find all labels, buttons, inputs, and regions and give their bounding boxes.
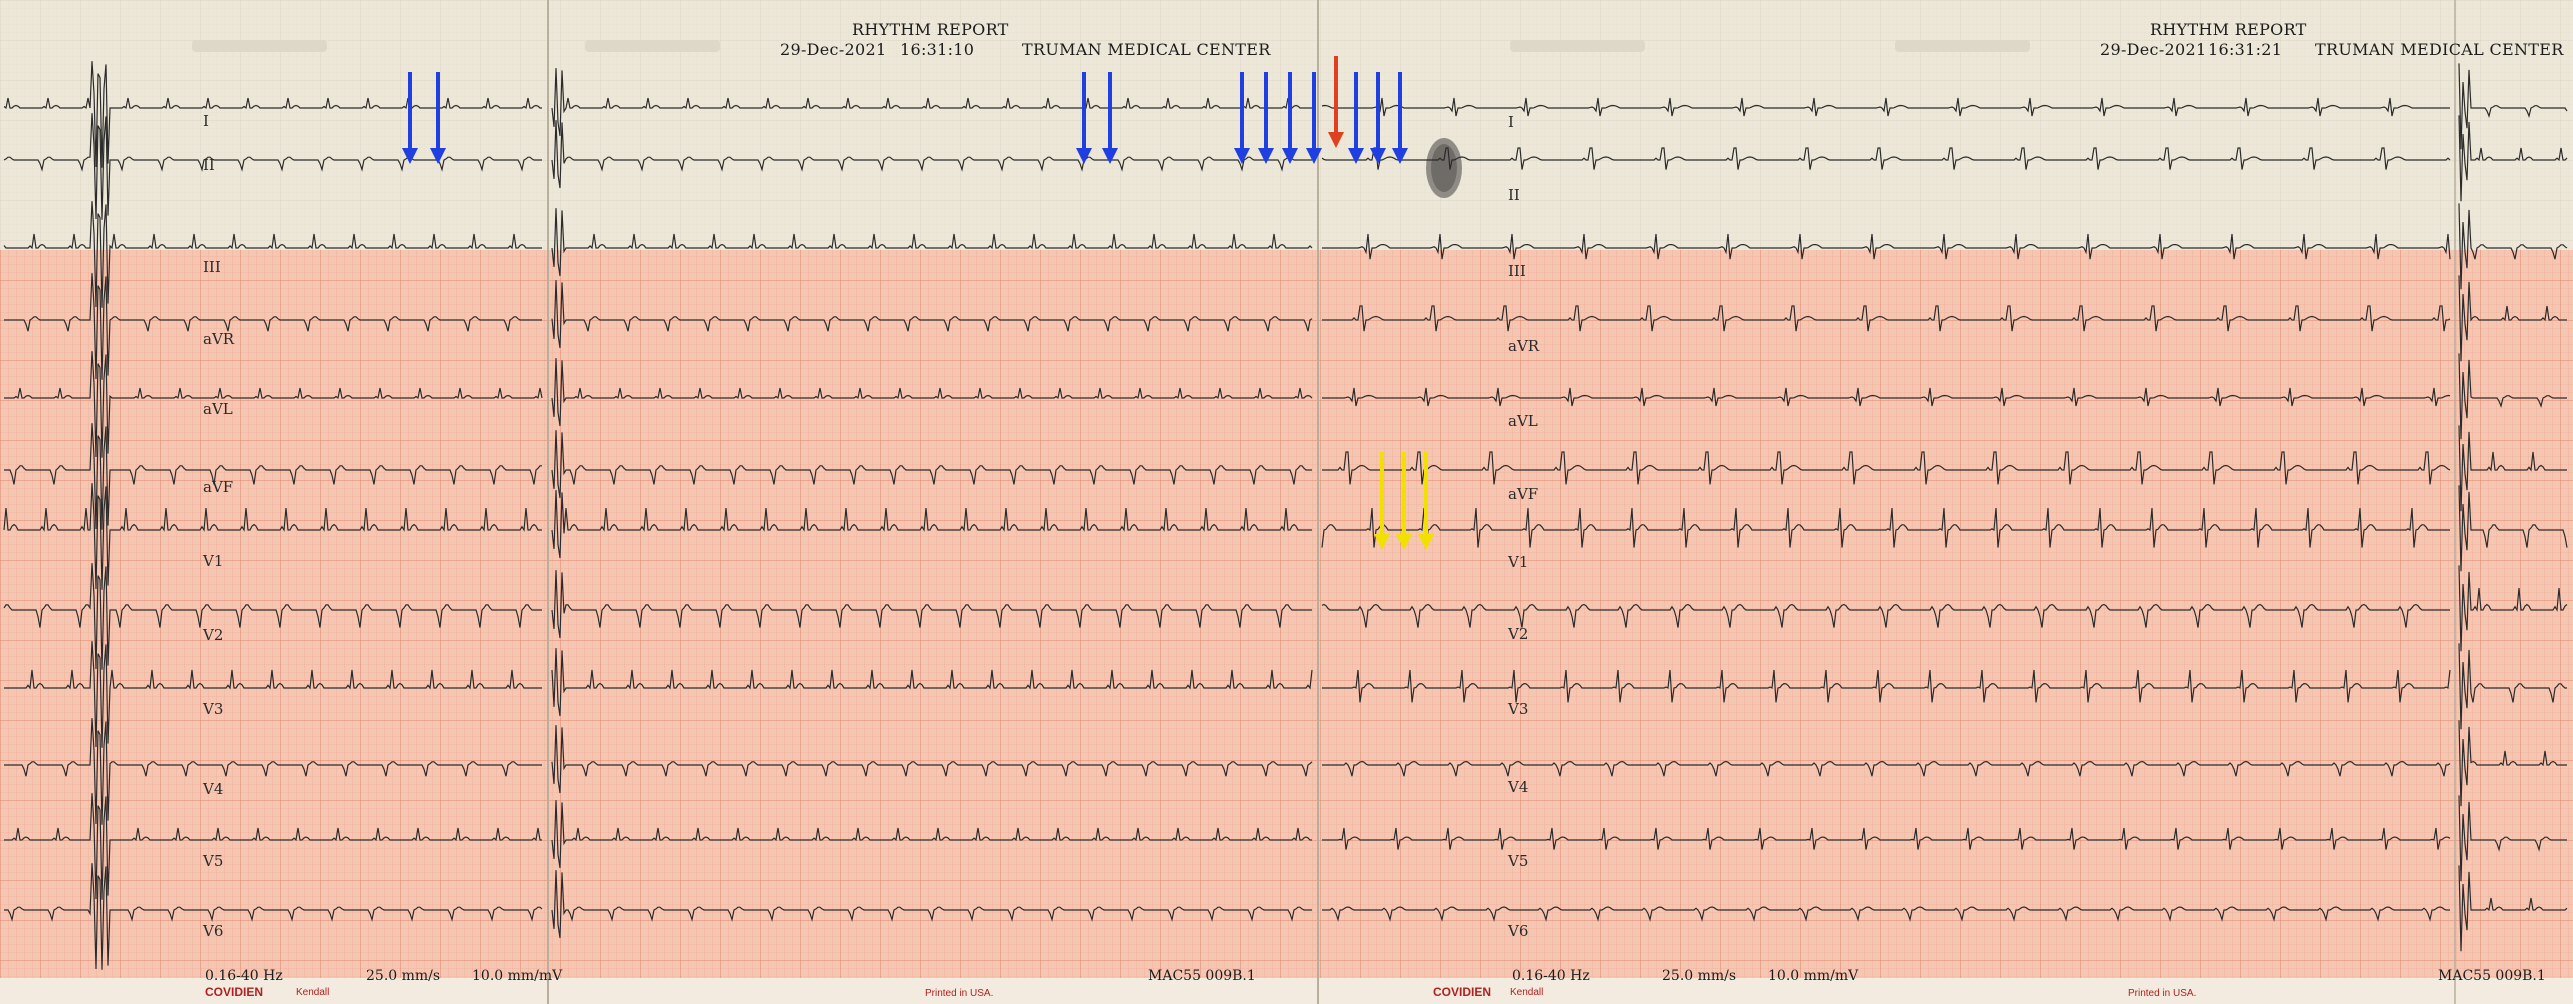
right-filter: 0.16-40 Hz xyxy=(1512,968,1590,984)
lead-label-right: I xyxy=(1508,113,1514,131)
lead-label-right: V2 xyxy=(1508,625,1529,643)
lead-label-right: aVR xyxy=(1508,337,1540,355)
right-report-time: 16:31:21 xyxy=(2208,40,2283,59)
left-filter: 0.16-40 Hz xyxy=(205,968,283,984)
ecg-rhythm-strip: RHYTHM REPORT 29-Dec-2021 16:31:10 TRUMA… xyxy=(0,0,2573,1004)
left-institution: TRUMAN MEDICAL CENTER xyxy=(1022,40,1271,59)
left-brand: COVIDIEN xyxy=(205,985,264,999)
right-institution: TRUMAN MEDICAL CENTER xyxy=(2315,40,2564,59)
lead-label-right: III xyxy=(1508,262,1526,280)
right-brand: COVIDIEN xyxy=(1433,985,1492,999)
right-report-date: 29-Dec-2021 xyxy=(2100,40,2207,59)
right-printed: Printed in USA. xyxy=(2128,988,2197,999)
lead-label-left: II xyxy=(203,156,215,174)
header-tab xyxy=(192,40,327,52)
lead-label-right: V4 xyxy=(1508,778,1529,796)
right-model: MAC55 009B.1 xyxy=(2438,968,2546,984)
lead-label-right: II xyxy=(1508,186,1520,204)
lead-label-right: V3 xyxy=(1508,700,1529,718)
left-report-title: RHYTHM REPORT xyxy=(852,20,1009,39)
lead-label-left: I xyxy=(203,112,209,130)
left-model: MAC55 009B.1 xyxy=(1148,968,1256,984)
lead-label-right: aVL xyxy=(1508,412,1538,430)
right-brand-sub: Kendall xyxy=(1510,987,1544,998)
lead-label-left: V1 xyxy=(203,552,224,570)
lead-label-left: V3 xyxy=(203,700,224,718)
lead-label-left: aVL xyxy=(203,400,233,418)
lead-label-left: V2 xyxy=(203,626,224,644)
header-tab xyxy=(1510,40,1645,52)
right-speed: 25.0 mm/s xyxy=(1662,968,1737,984)
lead-label-left: III xyxy=(203,258,221,276)
right-gain: 10.0 mm/mV xyxy=(1768,968,1859,984)
lead-label-right: V6 xyxy=(1508,922,1529,940)
lead-label-left: V4 xyxy=(203,780,224,798)
lead-label-left: aVF xyxy=(203,478,234,496)
ecg-trace-canvas xyxy=(0,0,2573,1004)
left-report-date: 29-Dec-2021 xyxy=(780,40,887,59)
left-report-time: 16:31:10 xyxy=(900,40,975,59)
right-report-title: RHYTHM REPORT xyxy=(2150,20,2307,39)
lead-label-left: aVR xyxy=(203,330,235,348)
lead-label-left: V5 xyxy=(203,852,224,870)
lead-label-left: V6 xyxy=(203,922,224,940)
left-printed: Printed in USA. xyxy=(925,988,994,999)
header-tab xyxy=(1895,40,2030,52)
left-gain: 10.0 mm/mV xyxy=(472,968,563,984)
header-tab xyxy=(585,40,720,52)
lead-label-right: aVF xyxy=(1508,485,1539,503)
lead-label-right: V5 xyxy=(1508,852,1529,870)
left-brand-sub: Kendall xyxy=(296,987,330,998)
left-speed: 25.0 mm/s xyxy=(366,968,441,984)
lead-label-right: V1 xyxy=(1508,553,1529,571)
